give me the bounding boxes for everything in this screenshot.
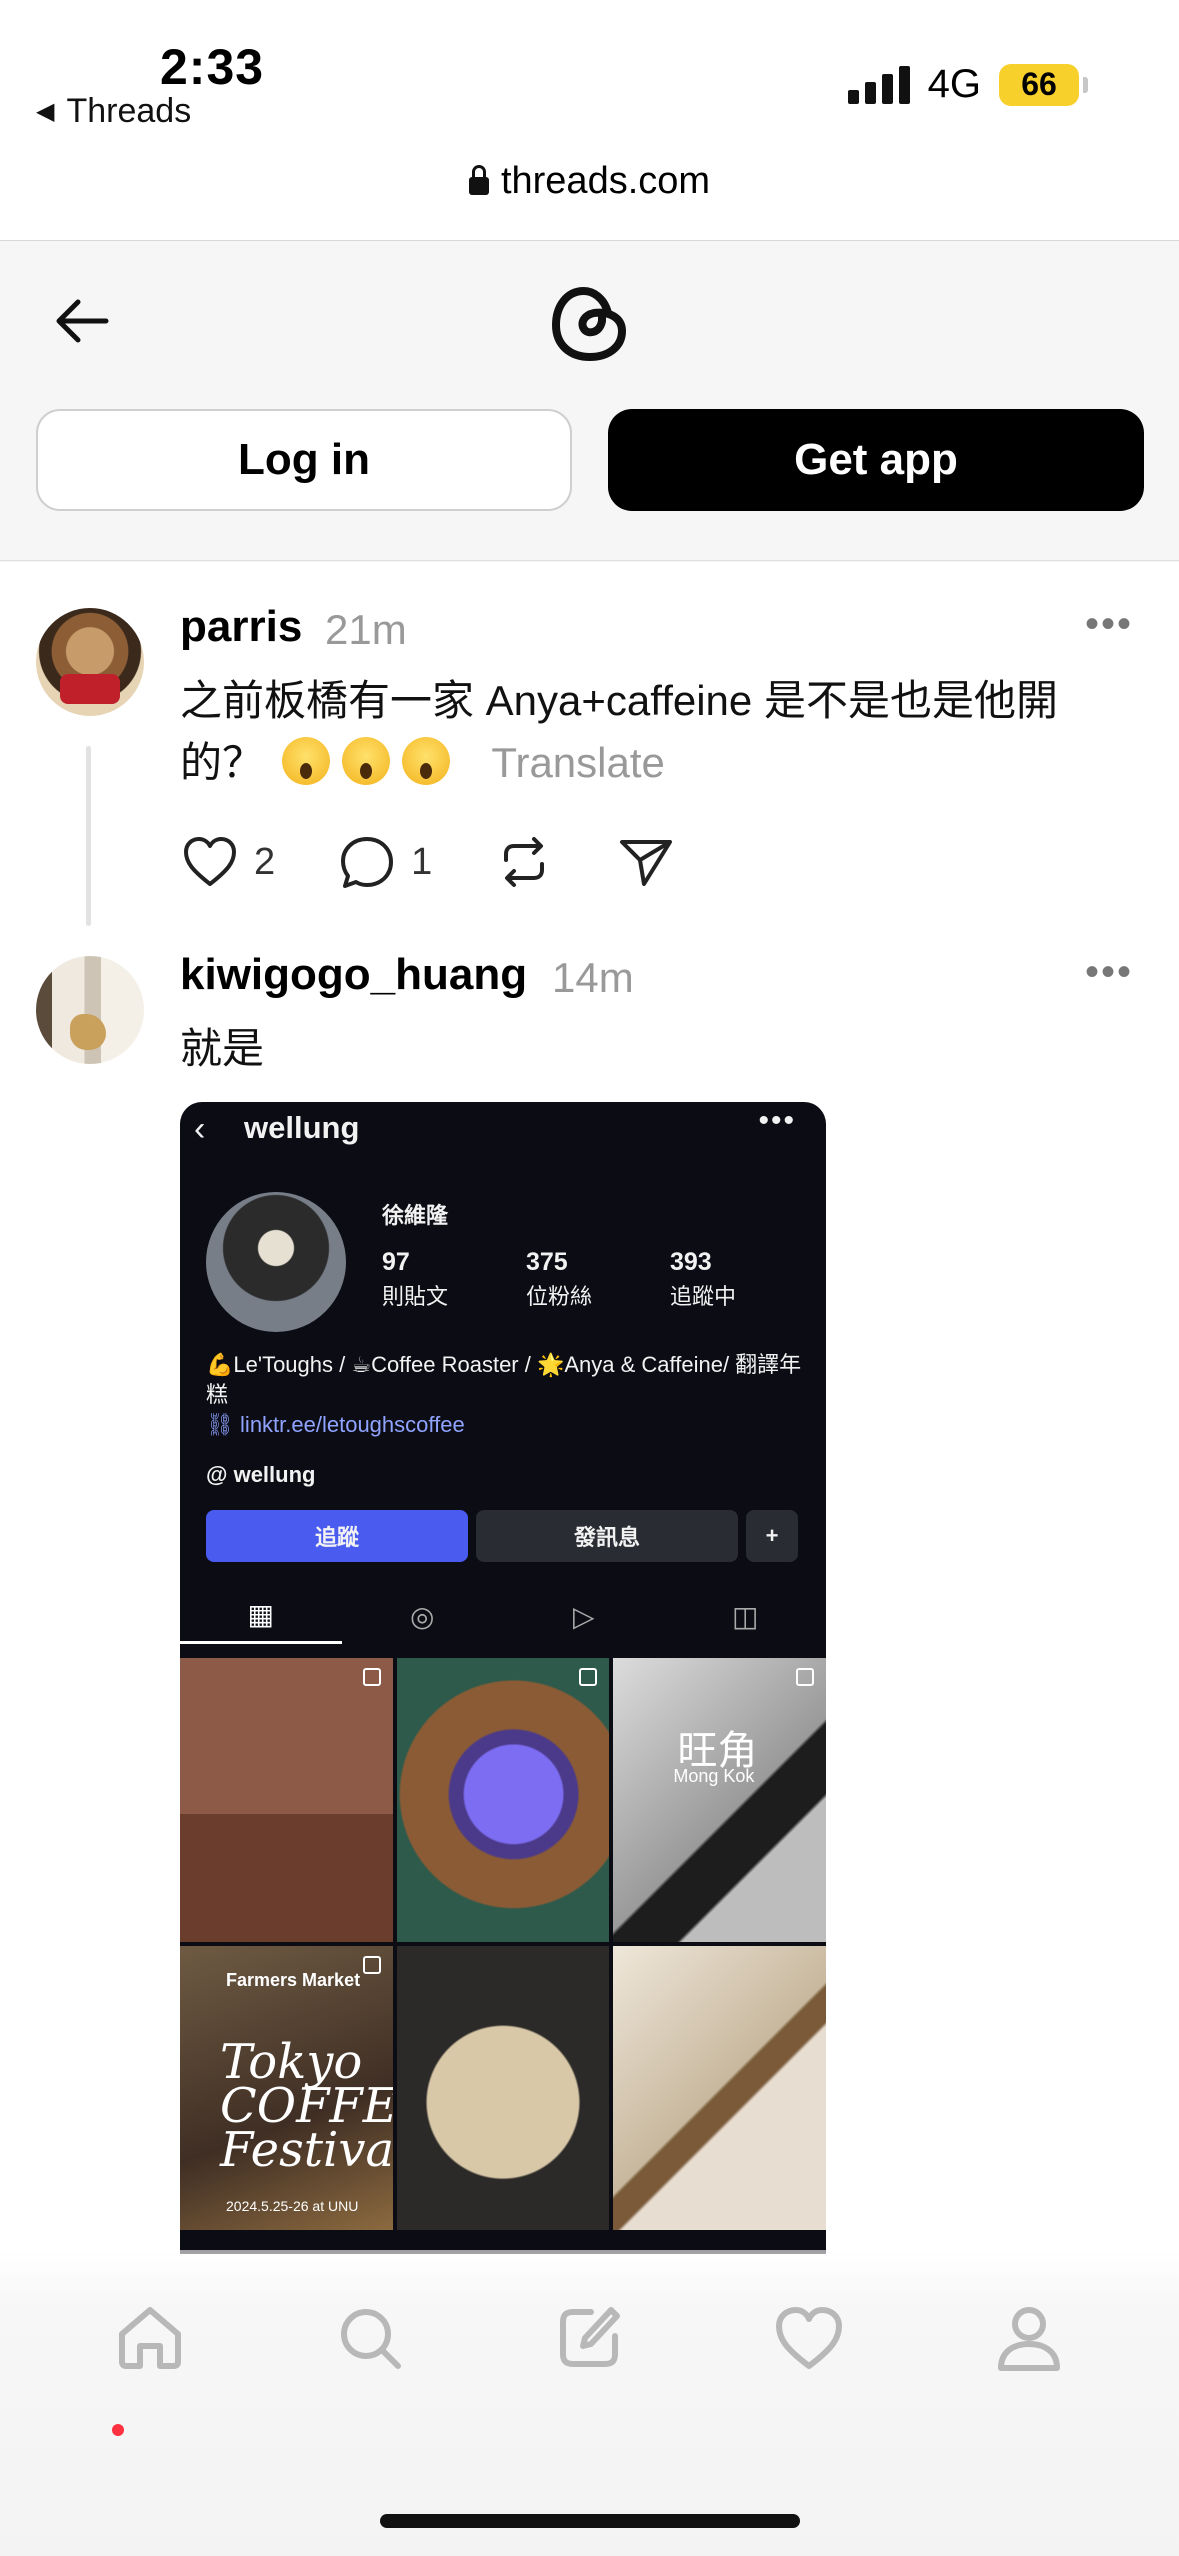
back-triangle-icon: ◀ [36, 98, 55, 125]
scream-emoji-icon [401, 737, 450, 785]
embedded-stat-label: 則貼文 [382, 1284, 449, 1309]
nav-home[interactable] [110, 2298, 190, 2378]
divider [0, 560, 1179, 561]
nav-activity[interactable] [769, 2298, 849, 2378]
heart-icon [184, 837, 236, 886]
embedded-avatar [206, 1192, 346, 1332]
post-username[interactable]: parris [180, 602, 302, 652]
grid-photo [396, 1946, 610, 2230]
translate-link[interactable]: Translate [491, 739, 665, 786]
threads-logo-icon [551, 286, 627, 362]
battery-icon: 66 [999, 63, 1099, 106]
share-button[interactable] [616, 832, 676, 892]
grid-photo: Farmers Market Tokyo COFFEE Festival 202… [180, 1946, 393, 2230]
url-bar[interactable]: threads.com [0, 160, 1179, 203]
embedded-photo-grid: 旺角 Mong Kok Farmers Market Tokyo COFFEE … [180, 1658, 826, 2230]
bottom-nav [0, 2298, 1179, 2378]
like-count: 2 [254, 840, 276, 883]
embedded-stat-value: 97 [382, 1248, 410, 1276]
post-time: 14m [552, 954, 634, 1001]
battery-level: 66 [999, 63, 1088, 106]
post-image[interactable]: ‹ wellung ••• 徐維隆 97 則貼文 375 位粉絲 393 追蹤中… [180, 1102, 826, 2254]
get-app-button[interactable]: Get app [608, 409, 1144, 511]
signal-icon [847, 65, 910, 104]
embedded-bio: 💪Le'Toughs / ☕Coffee Roaster / 🌟Anya & C… [206, 1352, 802, 1407]
grid-text: Farmers Market [226, 1970, 361, 1990]
url-text: threads.com [500, 160, 711, 202]
nav-profile[interactable] [989, 2298, 1069, 2378]
embedded-topbar: ‹ wellung ••• [180, 1102, 826, 1152]
comment-icon [341, 837, 394, 888]
send-icon [620, 840, 673, 886]
more-options-icon[interactable]: ••• [1085, 950, 1133, 995]
back-to-app-button[interactable]: ◀ Threads [36, 92, 191, 131]
embedded-back-icon: ‹ [194, 1110, 206, 1148]
grid-photo [396, 1658, 610, 1942]
grid-photo: 旺角 Mong Kok [613, 1658, 826, 1942]
post-text: 之前板橋有一家 Anya+caffeine 是不是也是他開的？ Translat… [180, 670, 1120, 794]
embedded-threads-handle: @ wellung [206, 1462, 316, 1487]
embedded-add-user-icon: + [746, 1510, 798, 1562]
embedded-message-button: 發訊息 [476, 1510, 738, 1562]
heart-icon [776, 2307, 843, 2369]
back-arrow-icon[interactable] [50, 289, 114, 353]
notification-dot [112, 2424, 124, 2436]
grid-photo [180, 1658, 393, 1942]
like-button[interactable]: 2 [180, 832, 275, 892]
profile-icon [998, 2307, 1061, 2371]
post-username[interactable]: kiwigogo_huang [180, 950, 527, 1000]
nav-compose[interactable] [549, 2298, 629, 2378]
embedded-stat-posts: 97 則貼文 [382, 1248, 448, 1311]
reply-button[interactable]: 1 [337, 832, 432, 892]
back-app-label: Threads [66, 92, 192, 130]
post-text: 就是 [180, 1025, 265, 1072]
repost-icon [504, 837, 545, 887]
compose-icon [560, 2307, 621, 2367]
grid-text: Mong Kok [673, 1766, 755, 1786]
embedded-stat-value: 393 [670, 1248, 712, 1276]
grid-photo [613, 1946, 826, 2230]
home-icon [118, 2307, 181, 2369]
embedded-stat-followers: 375 位粉絲 [526, 1248, 592, 1311]
embedded-follow-button: 追蹤 [206, 1510, 468, 1562]
grid-icon: ▦ [180, 1588, 342, 1644]
bottom-nav-background [0, 2250, 1179, 2556]
reply-count: 1 [411, 840, 433, 883]
nav-search[interactable] [330, 2298, 410, 2378]
page-header: Log in Get app [0, 240, 1179, 562]
status-indicators: 4G 66 [847, 62, 1099, 107]
network-label: 4G [927, 62, 981, 106]
embedded-link: ⛓ linktr.ee/letoughscoffee [206, 1412, 465, 1437]
more-options-icon[interactable]: ••• [1085, 602, 1133, 647]
embedded-more-icon: ••• [758, 1104, 796, 1137]
embedded-tabs: ▦ ◎ ▷ ◫ [180, 1588, 826, 1644]
reels-icon: ◎ [410, 1600, 435, 1632]
embedded-link-text: linktr.ee/letoughscoffee [240, 1412, 465, 1437]
avatar[interactable] [36, 608, 144, 716]
post-time: 21m [325, 606, 407, 653]
home-indicator [380, 2514, 800, 2528]
post-actions: 2 1 [180, 832, 738, 892]
embedded-name: 徐維隆 [382, 1203, 449, 1228]
embedded-stat-value: 375 [526, 1248, 568, 1276]
scream-emoji-icon [281, 737, 330, 785]
embedded-threads-text: wellung [233, 1462, 316, 1487]
tagged-icon: ◫ [732, 1600, 759, 1632]
embedded-stat-following: 393 追蹤中 [670, 1248, 736, 1311]
lock-icon [468, 164, 489, 195]
scream-emoji-icon [341, 737, 390, 785]
grid-text: Tokyo COFFEE Festival [220, 2034, 393, 2178]
thread-connector-line [86, 746, 91, 926]
video-icon: ▷ [572, 1600, 595, 1632]
login-button[interactable]: Log in [36, 409, 572, 511]
embedded-stat-label: 追蹤中 [670, 1284, 737, 1309]
avatar[interactable] [36, 956, 144, 1064]
status-time: 2:33 [160, 39, 265, 95]
grid-text: 2024.5.25-26 at UNU [226, 2198, 359, 2214]
embedded-username: wellung [244, 1110, 360, 1145]
search-icon [340, 2309, 401, 2369]
embedded-stat-label: 位粉絲 [526, 1284, 593, 1309]
repost-button[interactable] [494, 832, 554, 892]
